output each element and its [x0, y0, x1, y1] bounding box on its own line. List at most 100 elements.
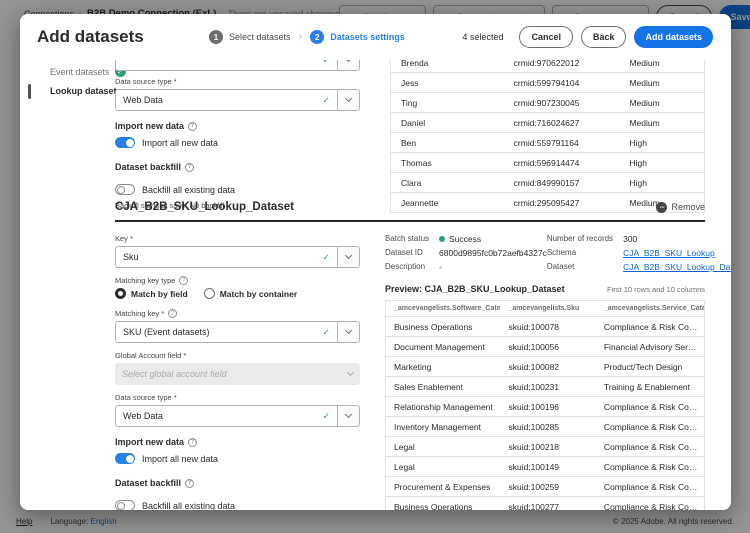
s1-backfill-toggle-row: Backfill all existing data — [115, 184, 360, 195]
table-row[interactable]: Ben crmid:559791164 High — [391, 133, 704, 153]
matching-type-radio-group: Match by field Match by container — [115, 288, 360, 299]
records-label: Number of records — [546, 234, 614, 243]
table-row[interactable]: Procurement & Expenses skuid:100259 Compli… — [386, 476, 704, 496]
table-row[interactable]: Clara crmid:849990157 High — [391, 173, 704, 193]
help-icon[interactable]: ? — [185, 478, 195, 488]
backfill-toggle[interactable] — [115, 500, 135, 510]
table-row[interactable]: Relationship Management skuid:100196 Compl… — [386, 396, 704, 416]
nav-selection-indicator — [28, 84, 31, 99]
help-icon[interactable]: ? — [185, 162, 195, 172]
matching-key-value: SKU (Event datasets) — [123, 327, 210, 337]
table-row[interactable]: Marketing skuid:100082 Product/Tech Design — [386, 356, 704, 376]
help-icon[interactable]: ? — [188, 121, 198, 131]
modal-header: Add datasets 1 Select datasets › 2 Datas… — [20, 14, 731, 60]
modal-add-datasets-button[interactable]: Add datasets — [634, 26, 713, 48]
matching-key-type-label: Matching key type ? — [115, 276, 360, 285]
section1-records-table: Brenda crmid:970622012 Medium Jess crmid:59… — [390, 52, 705, 213]
radio-selected-icon — [115, 288, 126, 299]
remove-dataset-button[interactable]: − Remove — [656, 201, 705, 213]
matching-key-select[interactable]: SKU (Event datasets) ✓ — [115, 321, 360, 343]
step-2-label: Datasets settings — [330, 32, 405, 42]
remove-label: Remove — [671, 202, 705, 212]
nav-item-event-datasets[interactable]: Event datasets ✓ — [28, 62, 126, 81]
dataset-id-value: 6800d9895fc0b72aefb4327c — [439, 248, 547, 258]
dataset-link[interactable]: CJA_B2B_SKU_Lookup_Dataset — [623, 262, 731, 272]
help-icon[interactable]: ? — [179, 276, 189, 285]
s1-data-source-select[interactable]: Web Data ✓ — [115, 89, 360, 111]
step-separator-icon: › — [298, 31, 303, 43]
step-1-number: 1 — [209, 30, 223, 44]
column-header[interactable]: _amcevangelists.Sku — [500, 301, 595, 316]
preview-title: Preview: CJA_B2B_SKU_Lookup_Dataset — [385, 284, 565, 294]
key-label: Key * — [115, 234, 133, 243]
chevron-down-icon[interactable] — [337, 89, 360, 111]
dataset-type-nav: Event datasets ✓ Lookup datasets — [28, 62, 126, 100]
import-new-data-toggle[interactable] — [115, 137, 135, 148]
section-divider — [115, 220, 705, 222]
chevron-down-icon — [346, 368, 355, 377]
table-row[interactable]: Business Operations skuid:100078 Complianc… — [386, 316, 704, 336]
help-icon[interactable]: ? — [168, 309, 178, 318]
section2-header: CJA_B2B_SKU_Lookup_Dataset − Remove — [115, 201, 705, 222]
valid-check-icon: ✓ — [322, 326, 330, 337]
table-row[interactable]: Jess crmid:599794104 Medium — [391, 73, 704, 93]
records-value: 300 — [623, 234, 638, 244]
step-indicator: 1 Select datasets › 2 Datasets settings — [209, 30, 405, 44]
radio-match-by-container[interactable]: Match by container — [203, 288, 297, 299]
table-row[interactable]: Business Operations skuid:100277 Complianc… — [386, 496, 704, 510]
s1-data-source-label: Data source type * — [115, 77, 177, 86]
modal-content: Event datasets ✓ Lookup datasets ✓ Data … — [20, 52, 731, 510]
preview-table-header: _amcevangelists.Software_Catego... _amce… — [386, 301, 704, 316]
table-row[interactable]: Document Management skuid:100056 Financial… — [386, 336, 704, 356]
backfill-toggle[interactable] — [115, 184, 135, 195]
chevron-down-icon[interactable] — [337, 321, 360, 343]
table-row[interactable]: Thomas crmid:596914474 High — [391, 153, 704, 173]
s1-import-toggle-label: Import all new data — [142, 137, 219, 148]
batch-status-label: Batch status — [385, 234, 430, 243]
chevron-down-icon[interactable] — [337, 246, 360, 268]
table-row[interactable]: Daniel crmid:716024627 Medium — [391, 113, 704, 133]
s2-import-toggle-label: Import all new data — [142, 453, 219, 464]
global-account-select: Select global account field — [115, 363, 360, 385]
matching-key-label: Matching key * ? — [115, 309, 360, 318]
modal-cancel-button[interactable]: Cancel — [519, 26, 573, 48]
global-account-placeholder: Select global account field — [122, 369, 227, 379]
dataset-id-label: Dataset ID — [385, 248, 423, 257]
table-row[interactable]: Legal skuid:100149 Compliance & Risk Consu… — [386, 456, 704, 476]
selected-count: 4 selected — [462, 32, 504, 42]
s2-backfill-toggle-row: Backfill all existing data — [115, 500, 360, 510]
help-icon[interactable]: ? — [188, 437, 198, 447]
table-row[interactable]: Sales Enablement skuid:100231 Training & E… — [386, 376, 704, 396]
table-row[interactable]: Ting crmid:907230045 Medium — [391, 93, 704, 113]
s1-backfill-toggle-label: Backfill all existing data — [142, 184, 236, 195]
chevron-down-icon[interactable] — [337, 405, 360, 427]
global-account-label: Global Account field * — [115, 351, 187, 360]
description-label: Description — [385, 262, 426, 271]
table-row[interactable]: Inventory Management skuid:100285 Complian… — [386, 416, 704, 436]
section2-form: Key * Sku ✓ Matching key type ? Match by… — [115, 234, 360, 510]
column-header[interactable]: _amcevangelists.Service_Category — [596, 301, 704, 316]
nav-item-lookup-datasets[interactable]: Lookup datasets — [28, 81, 122, 100]
modal-back-button[interactable]: Back — [580, 26, 627, 48]
s2-data-source-value: Web Data — [123, 411, 163, 421]
import-new-data-toggle[interactable] — [115, 453, 135, 464]
step-1-label: Select datasets — [229, 32, 291, 42]
radio-match-by-field[interactable]: Match by field — [115, 288, 188, 299]
s2-import-header: Import new data ? — [115, 437, 360, 447]
key-select[interactable]: Sku ✓ — [115, 246, 360, 268]
column-header[interactable]: _amcevangelists.Software_Catego... — [386, 301, 500, 316]
dataset-info: Batch status Success Dataset ID 6800d989… — [385, 234, 731, 272]
step-datasets-settings[interactable]: 2 Datasets settings — [310, 30, 405, 44]
modal-title: Add datasets — [37, 27, 144, 46]
table-row[interactable]: Legal skuid:100218 Compliance & Risk Consu… — [386, 436, 704, 456]
schema-link[interactable]: CJA_B2B_SKU_Lookup — [623, 248, 715, 258]
preview-note: First 10 rows and 10 columns — [607, 285, 705, 294]
s2-data-source-select[interactable]: Web Data ✓ — [115, 405, 360, 427]
radio-field-label: Match by field — [131, 288, 188, 299]
step-select-datasets[interactable]: 1 Select datasets — [209, 30, 291, 44]
s1-data-source-value: Web Data — [123, 95, 163, 105]
preview-table: _amcevangelists.Software_Catego... _amce… — [385, 300, 705, 510]
preview-header: Preview: CJA_B2B_SKU_Lookup_Dataset Firs… — [385, 284, 705, 294]
remove-icon: − — [656, 201, 668, 213]
clipped-select: ✓ — [115, 60, 360, 72]
